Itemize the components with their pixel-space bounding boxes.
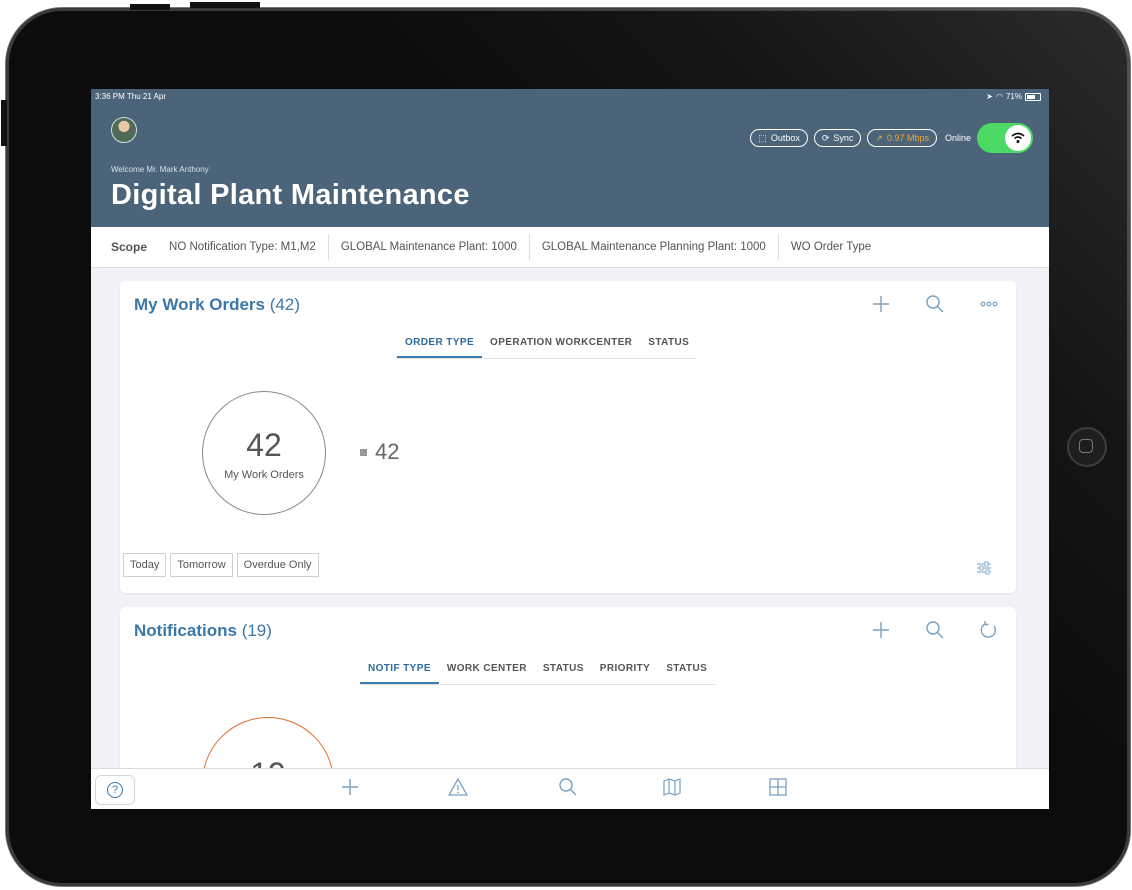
tab-order-type[interactable]: ORDER TYPE — [397, 333, 483, 358]
tab-notif-type[interactable]: NOTIF TYPE — [360, 659, 439, 684]
work-orders-count: (42) — [269, 295, 300, 314]
scope-item[interactable]: WO Order Type — [779, 234, 883, 260]
dashboard-content[interactable]: My Work Orders (42) ORDER TYPE OPERATION… — [91, 268, 1049, 768]
legend-swatch — [360, 448, 367, 456]
plus-glyph — [342, 779, 358, 795]
work-orders-title[interactable]: My Work Orders (42) — [134, 295, 300, 315]
filter-settings-icon[interactable] — [976, 561, 992, 578]
location-icon: ➤ — [986, 92, 993, 101]
battery-icon — [1025, 92, 1041, 101]
grid-icon[interactable] — [765, 777, 791, 801]
tab-status-2[interactable]: STATUS — [658, 659, 715, 684]
header-actions: ⬚ Outbox ⟳ Sync ↗ 0.97 Mbps Online — [750, 123, 1033, 153]
online-toggle[interactable] — [977, 123, 1033, 153]
scope-item[interactable]: NO Notification Type: M1,M2 — [157, 234, 329, 260]
filter-overdue-only[interactable]: Overdue Only — [236, 553, 319, 577]
notifications-title-text: Notifications — [134, 621, 237, 640]
status-time-date: 3:36 PM Thu 21 Apr — [95, 92, 167, 101]
plus-icon — [873, 622, 889, 638]
refresh-icon — [980, 621, 997, 638]
notifications-title[interactable]: Notifications (19) — [134, 621, 272, 641]
refresh-button[interactable] — [976, 617, 1002, 643]
sync-button[interactable]: ⟳ Sync — [813, 129, 862, 147]
status-right: ➤ ◠ 71% — [986, 92, 1041, 101]
scope-item[interactable]: GLOBAL Maintenance Planning Plant: 1000 — [530, 234, 779, 260]
speed-label: 0.97 Mbps — [886, 133, 929, 143]
page-title: Digital Plant Maintenance — [111, 179, 470, 211]
speed-icon: ↗ — [875, 132, 883, 143]
tab-status[interactable]: STATUS — [640, 333, 697, 358]
notifications-tabs: NOTIF TYPE WORK CENTER STATUS PRIORITY S… — [360, 659, 716, 685]
filter-tomorrow[interactable]: Tomorrow — [170, 553, 233, 577]
scope-item[interactable]: GLOBAL Maintenance Plant: 1000 — [329, 234, 530, 260]
notifications-actions — [868, 617, 1002, 643]
plus-icon — [873, 296, 889, 312]
add-notification-button[interactable] — [868, 617, 894, 643]
tab-work-center[interactable]: WORK CENTER — [439, 659, 535, 684]
battery-text: 71% — [1005, 92, 1022, 101]
work-orders-title-text: My Work Orders — [134, 295, 266, 314]
outbox-button[interactable]: ⬚ Outbox — [750, 129, 808, 147]
tab-priority[interactable]: PRIORITY — [592, 659, 658, 684]
grid-glyph — [769, 778, 787, 796]
wifi-status-icon: ◠ — [996, 92, 1003, 101]
sync-label: Sync — [833, 133, 854, 143]
chart-legend: 42 — [360, 439, 399, 465]
help-button[interactable]: ? — [95, 775, 135, 805]
more-icon — [980, 301, 998, 307]
sliders-glyph — [977, 561, 991, 575]
network-speed-badge: ↗ 0.97 Mbps — [867, 129, 937, 147]
volume-button — [1, 100, 7, 146]
map-glyph — [663, 778, 681, 796]
home-button[interactable] — [1067, 427, 1107, 467]
outbox-icon: ⬚ — [758, 132, 767, 143]
work-orders-kpi[interactable]: 42 My Work Orders — [202, 391, 326, 515]
search-work-orders-button[interactable] — [922, 291, 948, 317]
tab-status[interactable]: STATUS — [535, 659, 592, 684]
warning-icon[interactable] — [445, 777, 471, 801]
scope-label: Scope — [111, 240, 148, 254]
date-filters: Today Tomorrow Overdue Only — [123, 553, 319, 577]
top-button — [130, 4, 170, 10]
kpi-label: My Work Orders — [224, 469, 304, 481]
search-notifications-button[interactable] — [922, 617, 948, 643]
wifi-glyph — [1011, 132, 1025, 143]
work-orders-card: My Work Orders (42) ORDER TYPE OPERATION… — [120, 281, 1016, 593]
add-work-order-button[interactable] — [868, 291, 894, 317]
filter-today[interactable]: Today — [123, 553, 167, 577]
online-label: Online — [944, 133, 971, 143]
work-orders-actions — [868, 291, 1002, 317]
notifications-count: (19) — [241, 621, 272, 640]
search-icon — [926, 621, 944, 639]
kpi-value: 19 — [203, 756, 333, 768]
wifi-icon — [1005, 125, 1031, 151]
help-icon: ? — [107, 782, 123, 798]
warning-glyph — [447, 777, 469, 796]
kpi-value: 42 — [246, 427, 282, 463]
welcome-text: Welcome Mr. Mark Anthony — [111, 165, 209, 174]
notifications-card: Notifications (19) NOTIF TYPE WORK CENTE… — [120, 607, 1016, 768]
app-header: 3:36 PM Thu 21 Apr ➤ ◠ 71% ⬚ Outbox ⟳ Sy… — [91, 89, 1049, 227]
legend-value: 42 — [375, 439, 400, 464]
search-glyph — [559, 778, 577, 796]
more-options-button[interactable] — [976, 291, 1002, 317]
work-orders-tabs: ORDER TYPE OPERATION WORKCENTER STATUS — [397, 333, 698, 359]
top-button-2 — [190, 2, 260, 8]
search-icon — [926, 295, 944, 313]
tab-operation-workcenter[interactable]: OPERATION WORKCENTER — [482, 333, 640, 358]
sync-icon: ⟳ — [821, 132, 830, 143]
scope-bar: Scope NO Notification Type: M1,M2 GLOBAL… — [91, 227, 1049, 268]
plus-icon[interactable] — [337, 777, 363, 801]
avatar[interactable] — [111, 117, 137, 143]
ipad-screen: 3:36 PM Thu 21 Apr ➤ ◠ 71% ⬚ Outbox ⟳ Sy… — [91, 89, 1049, 809]
search-icon[interactable] — [555, 777, 581, 801]
outbox-label: Outbox — [770, 133, 800, 143]
notifications-kpi[interactable]: 19 — [202, 717, 334, 768]
map-icon[interactable] — [659, 777, 685, 801]
bottom-toolbar: ? — [91, 768, 1049, 809]
